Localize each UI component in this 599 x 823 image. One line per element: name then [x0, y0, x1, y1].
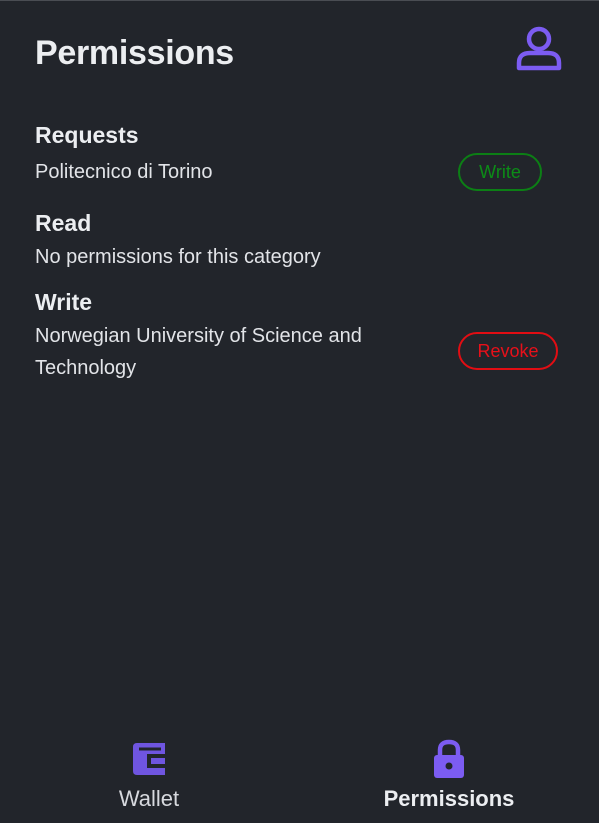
requests-section-title: Requests: [35, 122, 139, 148]
read-section-title: Read: [35, 210, 92, 236]
grant-write-button[interactable]: Write: [458, 153, 542, 191]
request-item-name: Politecnico di Torino: [35, 161, 213, 183]
page-title: Permissions: [35, 34, 234, 72]
nav-label-wallet: Wallet: [118, 786, 180, 811]
user-icon: [514, 25, 564, 76]
nav-label-permissions: Permissions: [383, 786, 515, 811]
window-top-border: [0, 0, 599, 1]
nav-item-permissions[interactable]: Permissions: [349, 728, 549, 818]
write-section-title: Write: [35, 289, 93, 315]
wallet-icon: [131, 736, 167, 782]
read-empty-text: No permissions for this category: [35, 246, 321, 268]
write-item-name: Norwegian University of Science and Tech…: [35, 325, 362, 379]
revoke-button[interactable]: Revoke: [458, 332, 558, 370]
nav-item-wallet[interactable]: Wallet: [49, 728, 249, 818]
profile-button[interactable]: [511, 26, 567, 74]
lock-icon: [432, 736, 466, 782]
